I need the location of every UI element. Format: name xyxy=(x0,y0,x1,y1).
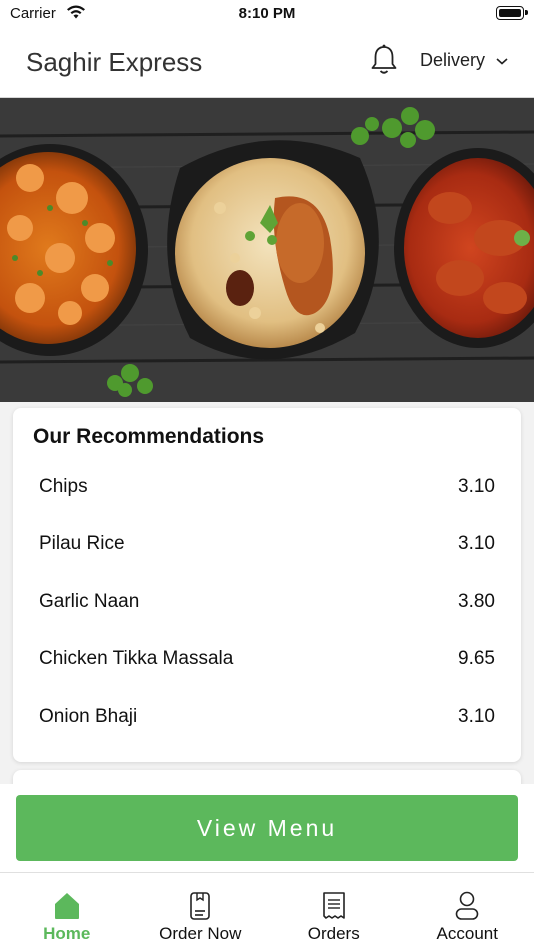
tab-label: Home xyxy=(43,924,91,943)
user-icon xyxy=(455,891,479,920)
item-price: 3.10 xyxy=(458,533,495,554)
recommendation-item[interactable]: Onion Bhaji 3.10 xyxy=(39,699,495,735)
receipt-icon xyxy=(322,892,345,919)
tab-home[interactable]: Home xyxy=(0,873,134,950)
home-icon xyxy=(54,893,79,919)
item-name: Garlic Naan xyxy=(39,591,140,612)
tab-label: Account xyxy=(436,924,498,943)
bottom-tab-bar: Home Order Now Orders Account xyxy=(0,872,534,950)
app-header: Saghir Express Delivery xyxy=(0,28,534,98)
item-price: 3.10 xyxy=(458,476,495,497)
delivery-mode-label: Delivery xyxy=(420,50,486,70)
recommendation-item[interactable]: Chips 3.10 xyxy=(39,469,495,505)
tab-order-now[interactable]: Order Now xyxy=(134,873,268,950)
recommendations-title: Our Recommendations xyxy=(33,425,265,448)
status-bar: Carrier 8:10 PM xyxy=(0,0,534,28)
view-menu-button[interactable]: View Menu xyxy=(16,795,518,861)
tab-account[interactable]: Account xyxy=(401,873,534,950)
item-name: Pilau Rice xyxy=(39,533,125,554)
clock: 8:10 PM xyxy=(238,5,296,22)
restaurant-title: Saghir Express xyxy=(26,47,203,77)
recommendation-item[interactable]: Pilau Rice 3.10 xyxy=(39,526,495,562)
bell-icon[interactable] xyxy=(368,43,400,77)
recommendation-item[interactable]: Garlic Naan 3.80 xyxy=(39,584,495,620)
tab-orders[interactable]: Orders xyxy=(267,873,401,950)
delivery-mode-selector[interactable]: Delivery xyxy=(420,50,509,71)
item-price: 9.65 xyxy=(458,648,495,669)
item-price: 3.80 xyxy=(458,591,495,612)
recommendation-item[interactable]: Chicken Tikka Massala 9.65 xyxy=(39,641,495,677)
item-name: Chips xyxy=(39,476,88,497)
item-name: Chicken Tikka Massala xyxy=(39,648,234,669)
item-price: 3.10 xyxy=(458,706,495,727)
chevron-down-icon xyxy=(496,57,508,65)
tab-label: Orders xyxy=(307,924,360,943)
order-icon xyxy=(190,892,211,920)
battery-icon xyxy=(496,6,528,20)
recommendations-card: Our Recommendations Chips 3.10 Pilau Ric… xyxy=(13,408,521,762)
food-banner-image xyxy=(0,98,534,402)
item-name: Onion Bhaji xyxy=(39,706,138,727)
tab-label: Order Now xyxy=(159,924,242,943)
